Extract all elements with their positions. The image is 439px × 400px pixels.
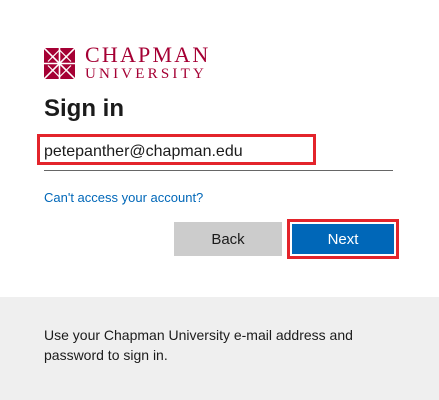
back-button[interactable]: Back — [174, 222, 282, 256]
sign-in-card: CHAPMAN UNIVERSITY Sign in Can't access … — [0, 0, 439, 400]
chapman-window-logo-icon — [44, 47, 75, 79]
next-button[interactable]: Next — [292, 224, 394, 254]
logo-wordmark: CHAPMAN UNIVERSITY — [85, 44, 210, 82]
chapman-logo: CHAPMAN UNIVERSITY — [44, 44, 210, 82]
footer-help-text: Use your Chapman University e-mail addre… — [44, 327, 353, 363]
footer-panel: Use your Chapman University e-mail addre… — [0, 297, 439, 400]
cant-access-account-link[interactable]: Can't access your account? — [44, 190, 203, 205]
email-field[interactable] — [44, 140, 384, 164]
email-field-container — [37, 134, 393, 171]
page-title: Sign in — [44, 95, 124, 122]
logo-line-chapman: CHAPMAN — [85, 42, 211, 67]
logo-line-university: UNIVERSITY — [85, 66, 207, 82]
